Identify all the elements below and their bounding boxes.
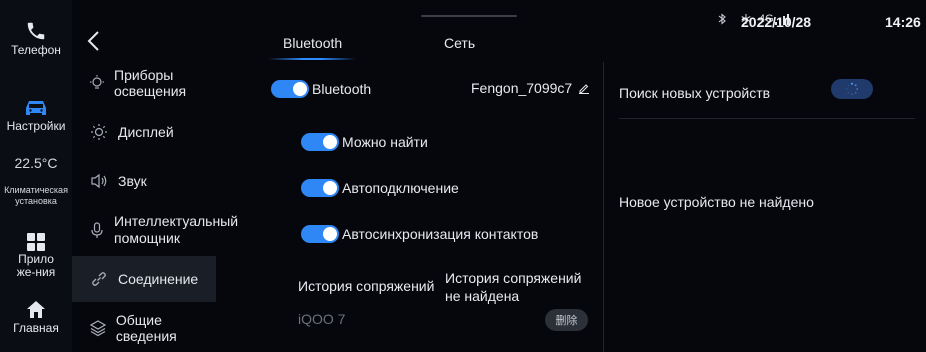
settings-menu: Приборы освещения Дисплей Звук Интеллект… xyxy=(72,0,238,352)
search-devices-label: Поиск новых устройств xyxy=(619,85,771,101)
car-icon xyxy=(26,101,46,115)
autosync-label: Автосинхронизация контактов xyxy=(342,226,539,242)
rail-settings[interactable]: Настройки xyxy=(0,98,72,133)
menu-item-general[interactable]: Общие сведения xyxy=(72,305,216,351)
menu-item-lighting[interactable]: Приборы освещения xyxy=(72,60,216,106)
status-time: 14:26 xyxy=(885,14,921,30)
rail-climate[interactable]: Климатическая установка xyxy=(0,185,72,207)
menu-item-label: Дисплей xyxy=(118,124,174,140)
menu-item-sound[interactable]: Звук xyxy=(72,158,216,204)
menu-item-connection[interactable]: Соединение xyxy=(72,256,216,302)
menu-item-label: Звук xyxy=(118,173,147,189)
pairing-history-title: История сопряжений xyxy=(298,278,435,294)
rail-phone-label: Телефон xyxy=(11,43,61,57)
status-date: 2022/10/28 xyxy=(741,14,812,30)
apps-grid-icon xyxy=(27,233,45,251)
home-icon xyxy=(27,301,45,318)
bluetooth-toggle[interactable] xyxy=(271,80,309,98)
light-bulb-icon xyxy=(88,72,106,94)
discoverable-toggle[interactable] xyxy=(301,133,339,151)
link-icon xyxy=(88,268,110,290)
drag-handle[interactable] xyxy=(421,15,517,17)
autoconnect-toggle[interactable] xyxy=(301,179,339,197)
autoconnect-label: Автоподключение xyxy=(342,180,459,196)
edit-pencil-icon[interactable] xyxy=(578,82,590,94)
rail-temperature[interactable]: 22.5°C xyxy=(0,155,72,171)
device-name: Fengon_7099c7 xyxy=(471,80,573,96)
menu-item-label: Приборы освещения xyxy=(114,67,187,99)
menu-item-label: Интеллектуальный помощник xyxy=(114,213,239,246)
discoverable-label: Можно найти xyxy=(342,134,428,150)
panel-divider xyxy=(603,62,604,352)
rail-apps-label: Приложе-ния xyxy=(16,252,56,279)
device-name-row[interactable]: Fengon_7099c7 xyxy=(471,80,590,96)
search-divider xyxy=(619,118,915,119)
autosync-toggle[interactable] xyxy=(301,225,339,243)
loading-spinner-icon xyxy=(846,82,859,95)
bluetooth-status-icon xyxy=(718,13,726,25)
delete-button[interactable]: 删除 xyxy=(545,309,588,331)
paired-device-name[interactable]: iQOO 7 xyxy=(298,311,345,327)
active-tab-indicator xyxy=(268,58,356,60)
menu-item-assistant[interactable]: Интеллектуальный помощник xyxy=(72,207,238,253)
tab-bluetooth[interactable]: Bluetooth xyxy=(283,35,342,51)
pairing-history-empty: История сопряжений не найдена xyxy=(445,270,582,304)
left-rail: Телефон Настройки 22.5°C Климатическая у… xyxy=(0,0,72,352)
rail-climate-label: Климатическая установка xyxy=(4,185,68,206)
bluetooth-label: Bluetooth xyxy=(312,81,372,97)
rail-phone[interactable]: Телефон xyxy=(0,20,72,57)
temperature-value: 22.5°C xyxy=(14,155,58,171)
no-devices-found: Новое устройство не найдено xyxy=(619,194,814,210)
rail-apps[interactable]: Приложе-ния xyxy=(0,233,72,279)
sun-icon xyxy=(88,121,110,143)
rail-home-label: Главная xyxy=(13,321,59,335)
phone-icon xyxy=(27,22,45,40)
tab-network[interactable]: Сеть xyxy=(444,35,475,51)
microphone-icon xyxy=(88,219,106,241)
menu-item-label: Общие сведения xyxy=(115,312,177,344)
speaker-icon xyxy=(88,170,110,192)
menu-item-label: Соединение xyxy=(118,271,199,287)
search-devices-button[interactable] xyxy=(831,79,873,99)
menu-item-display[interactable]: Дисплей xyxy=(72,109,216,155)
layers-icon xyxy=(88,317,108,339)
rail-home[interactable]: Главная xyxy=(0,300,72,335)
rail-settings-label: Настройки xyxy=(6,119,66,133)
